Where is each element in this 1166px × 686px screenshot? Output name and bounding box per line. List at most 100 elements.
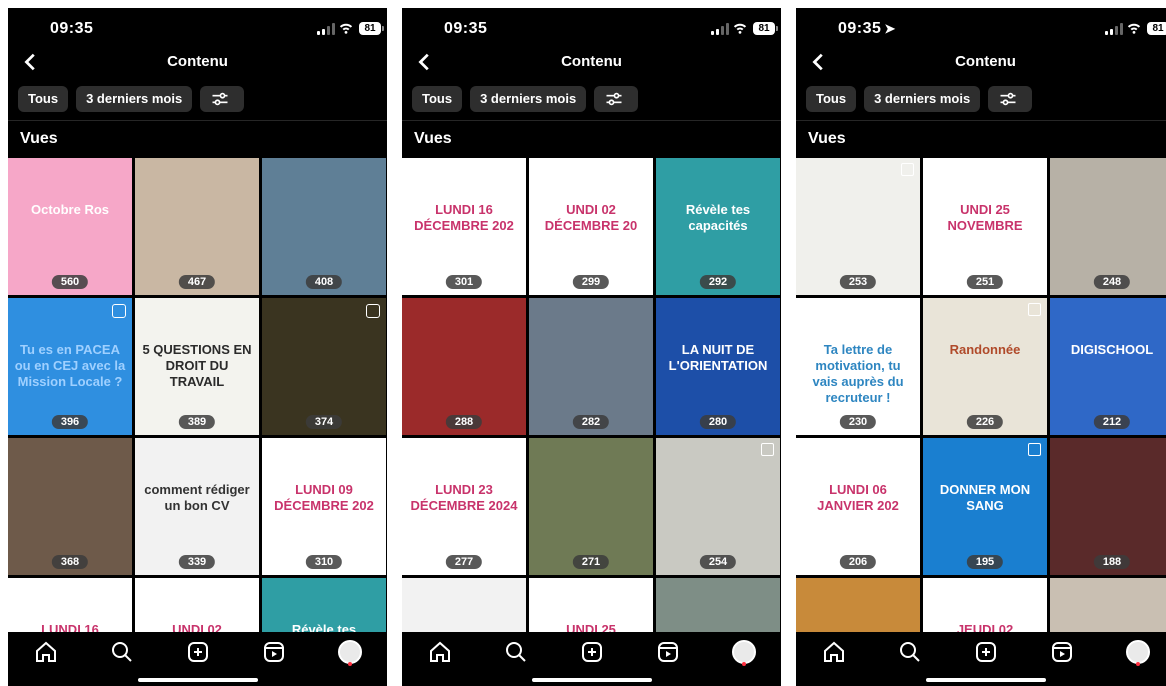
post-thumbnail[interactable]: 188 xyxy=(1050,438,1166,575)
page-title: Contenu xyxy=(561,53,622,70)
home-indicator xyxy=(531,678,652,682)
post-caption: Révèle tes xyxy=(291,622,357,632)
view-count-badge: 230 xyxy=(839,415,877,429)
filter-settings-button[interactable] xyxy=(594,86,639,112)
post-thumbnail[interactable]: LA NUIT DE L'ORIENTATION 280 xyxy=(656,298,780,435)
plus-square-icon[interactable] xyxy=(186,640,210,664)
post-thumbnail[interactable]: 5 QUESTIONS EN DROIT DU TRAVAIL 389 xyxy=(135,298,259,435)
sliders-icon xyxy=(212,92,228,106)
profile-avatar[interactable] xyxy=(338,640,362,664)
view-count-badge: 206 xyxy=(839,555,877,569)
view-count-badge: 292 xyxy=(699,275,737,289)
divider xyxy=(796,120,1166,121)
search-icon[interactable] xyxy=(504,640,528,664)
search-icon[interactable] xyxy=(898,640,922,664)
post-caption: Randonnée xyxy=(949,342,1021,357)
reels-icon[interactable] xyxy=(1050,640,1074,664)
divider xyxy=(402,120,781,121)
profile-avatar[interactable] xyxy=(732,640,756,664)
view-count-badge: 299 xyxy=(572,275,610,289)
filter-period-button[interactable]: 3 derniers mois xyxy=(470,86,587,112)
carousel-badge-icon xyxy=(1028,443,1041,456)
post-thumbnail[interactable] xyxy=(1050,578,1166,632)
post-thumbnail[interactable]: LUNDI 16 DÉCEMBRE 202 301 xyxy=(402,158,526,295)
post-thumbnail[interactable]: UNDI 02 DÉCEMBRE 20 xyxy=(135,578,259,632)
filter-settings-button[interactable] xyxy=(200,86,245,112)
post-thumbnail[interactable]: Tu es en PACEA ou en CEJ avec la Mission… xyxy=(8,298,132,435)
view-count-badge: 467 xyxy=(178,275,216,289)
post-thumbnail[interactable]: 248 xyxy=(1050,158,1166,295)
post-thumbnail[interactable]: Révèle tes xyxy=(262,578,386,632)
location-arrow-icon: ➤ xyxy=(884,21,896,36)
home-icon[interactable] xyxy=(34,640,58,664)
post-thumbnail[interactable]: 253 xyxy=(796,158,920,295)
search-icon[interactable] xyxy=(110,640,134,664)
wifi-icon xyxy=(733,23,747,34)
home-icon[interactable] xyxy=(822,640,846,664)
post-caption: UNDI 25 NOVEMBRE xyxy=(947,202,1023,233)
filter-all-button[interactable]: Tous xyxy=(18,86,69,112)
post-thumbnail[interactable]: Révèle tes capacités 292 xyxy=(656,158,780,295)
post-thumbnail[interactable]: comment rédiger un bon CV 339 xyxy=(135,438,259,575)
post-thumbnail[interactable] xyxy=(402,578,526,632)
post-thumbnail[interactable]: 288 xyxy=(402,298,526,435)
filter-all-button[interactable]: Tous xyxy=(806,86,857,112)
post-thumbnail[interactable]: Ta lettre de motivation, tu vais auprès … xyxy=(796,298,920,435)
post-thumbnail[interactable]: DIGISCHOOL 212 xyxy=(1050,298,1166,435)
post-caption: LUNDI 06 JANVIER 202 xyxy=(817,482,899,513)
view-count-badge: 188 xyxy=(1093,555,1131,569)
reels-icon[interactable] xyxy=(656,640,680,664)
view-count-badge: 374 xyxy=(305,415,343,429)
plus-square-icon[interactable] xyxy=(974,640,998,664)
post-thumbnail[interactable]: UNDI 25 NOVEMBRE 20 xyxy=(529,578,653,632)
post-caption: Ta lettre de motivation, tu vais auprès … xyxy=(812,342,904,405)
sliders-icon xyxy=(606,92,622,106)
post-thumbnail[interactable] xyxy=(656,578,780,632)
post-thumbnail[interactable]: JEUDI 02 JANVIER 202 xyxy=(923,578,1047,632)
post-caption: JEUDI 02 JANVIER 202 xyxy=(956,622,1014,632)
filter-all-button[interactable]: Tous xyxy=(412,86,463,112)
post-thumbnail[interactable]: Octobre Ros 560 xyxy=(8,158,132,295)
post-thumbnail[interactable]: 254 xyxy=(656,438,780,575)
phone-screen: 09:35 81 Contenu Tous 3 derniers mois Vu… xyxy=(402,8,781,686)
post-thumbnail[interactable]: Randonnée 226 xyxy=(923,298,1047,435)
post-thumbnail[interactable]: 467 xyxy=(135,158,259,295)
post-thumbnail[interactable]: 282 xyxy=(529,298,653,435)
filter-settings-button[interactable] xyxy=(988,86,1033,112)
bottom-tab-bar xyxy=(796,632,1166,686)
reels-icon[interactable] xyxy=(262,640,286,664)
profile-avatar[interactable] xyxy=(1126,640,1150,664)
post-thumbnail[interactable]: UNDI 25 NOVEMBRE 251 xyxy=(923,158,1047,295)
notification-dot xyxy=(742,662,746,666)
post-thumbnail[interactable]: LUNDI 16 DÉCEMBRE 202 xyxy=(8,578,132,632)
clock: 09:35 xyxy=(444,20,488,37)
post-thumbnail[interactable]: 271 xyxy=(529,438,653,575)
post-thumbnail[interactable]: LUNDI 09 DÉCEMBRE 202 310 xyxy=(262,438,386,575)
view-count-badge: 560 xyxy=(51,275,89,289)
post-thumbnail[interactable]: 374 xyxy=(262,298,386,435)
plus-square-icon[interactable] xyxy=(580,640,604,664)
post-thumbnail[interactable]: 368 xyxy=(8,438,132,575)
battery-indicator: 81 xyxy=(359,22,384,35)
battery-indicator: 81 xyxy=(753,22,778,35)
post-caption: LUNDI 16 DÉCEMBRE 202 xyxy=(41,622,99,632)
phone-screen: 09:35 ➤ 81 Contenu Tous 3 derniers mois V… xyxy=(796,8,1166,686)
filter-period-button[interactable]: 3 derniers mois xyxy=(864,86,981,112)
post-thumbnail[interactable]: LUNDI 06 JANVIER 202 206 xyxy=(796,438,920,575)
post-thumbnail[interactable]: UNDI 02 DÉCEMBRE 20 299 xyxy=(529,158,653,295)
wifi-icon xyxy=(1127,23,1141,34)
post-thumbnail[interactable]: DONNER MON SANG 195 xyxy=(923,438,1047,575)
divider xyxy=(8,120,387,121)
filter-bar: Tous 3 derniers mois xyxy=(412,86,639,114)
post-thumbnail[interactable] xyxy=(796,578,920,632)
section-heading: Vues xyxy=(20,130,58,147)
wifi-icon xyxy=(339,23,353,34)
reel-badge-icon xyxy=(366,304,380,318)
view-count-badge: 408 xyxy=(305,275,343,289)
filter-period-button[interactable]: 3 derniers mois xyxy=(76,86,193,112)
post-thumbnail[interactable]: 408 xyxy=(262,158,386,295)
filter-bar: Tous 3 derniers mois xyxy=(18,86,245,114)
home-icon[interactable] xyxy=(428,640,452,664)
signal-icon xyxy=(1105,23,1123,35)
post-thumbnail[interactable]: LUNDI 23 DÉCEMBRE 2024 277 xyxy=(402,438,526,575)
